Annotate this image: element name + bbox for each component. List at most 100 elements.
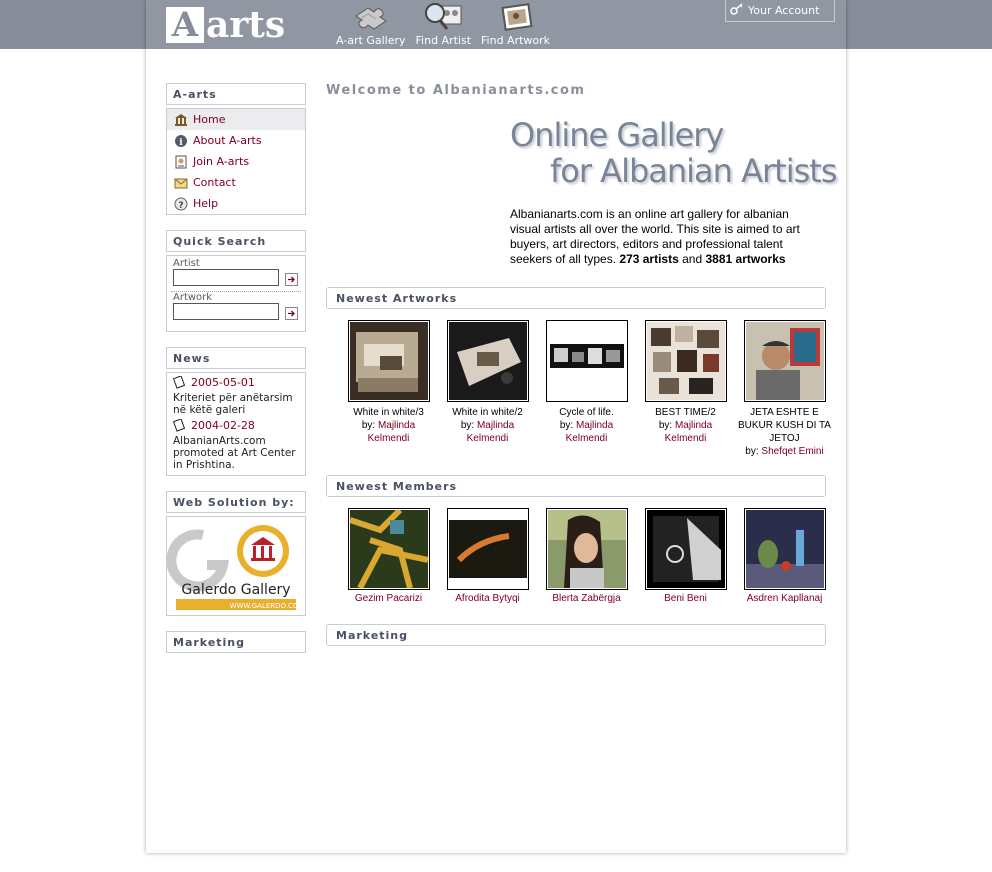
- artist-link[interactable]: Majlinda Kelmendi: [467, 420, 515, 444]
- menu-label: Home: [193, 113, 226, 126]
- main-menu: Home i About A-arts Join A-arts Contact …: [166, 108, 306, 215]
- artwork-title: BEST TIME/2: [655, 407, 716, 418]
- menu-item-about[interactable]: i About A-arts: [167, 130, 305, 151]
- member-thumbnail[interactable]: [446, 508, 529, 590]
- artist-label: Artist: [173, 258, 200, 269]
- register-icon: [173, 154, 189, 170]
- menu-label: Contact: [193, 176, 236, 189]
- quick-search-box: Artist Artwork: [166, 255, 306, 332]
- menu-item-home[interactable]: Home: [167, 109, 305, 130]
- menu-label: Join A-arts: [193, 155, 250, 168]
- quick-search-title: Quick Search: [166, 230, 306, 252]
- svg-text:WWW.GALERDO.COM: WWW.GALERDO.COM: [230, 602, 305, 610]
- picture-frame-icon: [496, 2, 536, 32]
- artwork-by: by: Majlinda Kelmendi: [559, 420, 614, 444]
- artist-search-input[interactable]: [173, 269, 279, 286]
- svg-text:Galerdo Gallery: Galerdo Gallery: [181, 582, 290, 598]
- member-item[interactable]: Asdren Kapllanaj: [735, 508, 834, 604]
- member-thumbnail[interactable]: [743, 508, 826, 590]
- artwork-item[interactable]: White in white/3 by: Majlinda Kelmendi: [339, 320, 438, 458]
- artwork-search-input[interactable]: [173, 303, 279, 320]
- artwork-thumbnail[interactable]: [644, 320, 727, 402]
- your-account-button[interactable]: Your Account: [725, 0, 835, 22]
- artwork-by: by: Shefqet Emini: [745, 446, 824, 457]
- hero-title-line1: Online Gallery: [510, 116, 724, 154]
- account-label: Your Account: [748, 4, 820, 17]
- marketing-sidebar-title: Marketing: [166, 631, 306, 653]
- nav-label: Find Artwork: [481, 34, 551, 47]
- welcome-heading: Welcome to Albanianarts.com: [326, 83, 586, 98]
- news-date[interactable]: 2004-02-28: [167, 419, 305, 432]
- artist-link[interactable]: Majlinda Kelmendi: [368, 420, 416, 444]
- artwork-item[interactable]: JETA ESHTE E BUKUR KUSH DI TA JETOJ by: …: [735, 320, 834, 458]
- member-thumbnail[interactable]: [347, 508, 430, 590]
- magnifier-icon: [423, 2, 463, 32]
- menu-item-join[interactable]: Join A-arts: [167, 151, 305, 172]
- artwork-thumbnail[interactable]: [446, 320, 529, 402]
- arrow-right-icon: [288, 310, 295, 317]
- document-icon: [173, 419, 186, 432]
- member-item[interactable]: Afrodita Bytyqi: [438, 508, 537, 604]
- news-text: Kriteriet për anëtarsim në këtë galeri: [173, 392, 293, 416]
- menu-label: Help: [193, 197, 219, 210]
- member-thumbnail[interactable]: [545, 508, 628, 590]
- hero-title-line2: for Albanian Artists: [550, 152, 837, 190]
- artworks-count: 3881 artworks: [705, 252, 786, 266]
- svg-text:i: i: [179, 138, 183, 148]
- newest-artworks-list: White in white/3 by: Majlinda Kelmendi W…: [339, 320, 834, 458]
- member-name[interactable]: Beni Beni: [637, 593, 735, 604]
- artwork-label: Artwork: [173, 292, 213, 303]
- artwork-title: White in white/2: [452, 407, 523, 418]
- nav-label: Find Artist: [415, 34, 472, 47]
- newest-artworks-title: Newest Artworks: [326, 287, 826, 309]
- artwork-title: White in white/3: [353, 407, 424, 418]
- news-text: AlbanianArts.com promoted at Art Center …: [173, 435, 296, 471]
- galerdo-gallery-logo[interactable]: Galerdo Gallery WWW.GALERDO.COM: [166, 516, 306, 616]
- puzzle-icon: [351, 2, 391, 32]
- web-solution-title: Web Solution by:: [166, 491, 306, 513]
- member-item[interactable]: Beni Beni: [636, 508, 735, 604]
- artwork-by: by: Majlinda Kelmendi: [361, 420, 416, 444]
- menu-item-contact[interactable]: Contact: [167, 172, 305, 193]
- site-logo[interactable]: A arts: [166, 6, 285, 43]
- artwork-title: JETA ESHTE E BUKUR KUSH DI TA JETOJ: [738, 407, 831, 444]
- newest-members-list: Gezim Pacarizi Afrodita Bytyqi Blerta Za…: [339, 508, 834, 604]
- artwork-by: by: Majlinda Kelmendi: [460, 420, 515, 444]
- member-item[interactable]: Blerta Zabërgja: [537, 508, 636, 604]
- document-icon: [173, 376, 186, 389]
- artwork-thumbnail[interactable]: [545, 320, 628, 402]
- svg-text:?: ?: [178, 201, 183, 211]
- logo-letter: A: [166, 6, 204, 43]
- logo-text: arts: [206, 3, 286, 46]
- nav-find-artwork[interactable]: Find Artwork: [481, 2, 550, 47]
- artwork-item[interactable]: Cycle of life. by: Majlinda Kelmendi: [537, 320, 636, 458]
- member-name[interactable]: Blerta Zabërgja: [538, 593, 636, 604]
- news-date[interactable]: 2005-05-01: [167, 376, 305, 389]
- member-item[interactable]: Gezim Pacarizi: [339, 508, 438, 604]
- artist-link[interactable]: Shefqet Emini: [761, 446, 823, 457]
- member-name[interactable]: Asdren Kapllanaj: [736, 593, 834, 604]
- nav-find-artist[interactable]: Find Artist: [415, 2, 472, 47]
- artwork-by: by: Majlinda Kelmendi: [658, 420, 713, 444]
- artwork-item[interactable]: BEST TIME/2 by: Majlinda Kelmendi: [636, 320, 735, 458]
- nav-a-art-gallery[interactable]: A-art Gallery: [336, 2, 406, 47]
- museum-icon: [173, 112, 189, 128]
- artist-link[interactable]: Majlinda Kelmendi: [665, 420, 713, 444]
- page-container: A arts A-art Gallery Find Artist Find Ar…: [146, 0, 846, 853]
- member-thumbnail[interactable]: [644, 508, 727, 590]
- arrow-right-icon: [288, 276, 295, 283]
- member-name[interactable]: Afrodita Bytyqi: [439, 593, 537, 604]
- artwork-title: Cycle of life.: [559, 407, 614, 418]
- info-icon: i: [173, 133, 189, 149]
- artist-search-go-button[interactable]: [285, 273, 298, 286]
- artwork-item[interactable]: White in white/2 by: Majlinda Kelmendi: [438, 320, 537, 458]
- member-name[interactable]: Gezim Pacarizi: [340, 593, 438, 604]
- key-icon: [730, 2, 744, 19]
- envelope-icon: [173, 175, 189, 191]
- artwork-thumbnail[interactable]: [743, 320, 826, 402]
- artist-link[interactable]: Majlinda Kelmendi: [566, 420, 614, 444]
- artwork-search-go-button[interactable]: [285, 307, 298, 320]
- artwork-thumbnail[interactable]: [347, 320, 430, 402]
- menu-item-help[interactable]: ? Help: [167, 193, 305, 214]
- marketing-main-title: Marketing: [326, 624, 826, 646]
